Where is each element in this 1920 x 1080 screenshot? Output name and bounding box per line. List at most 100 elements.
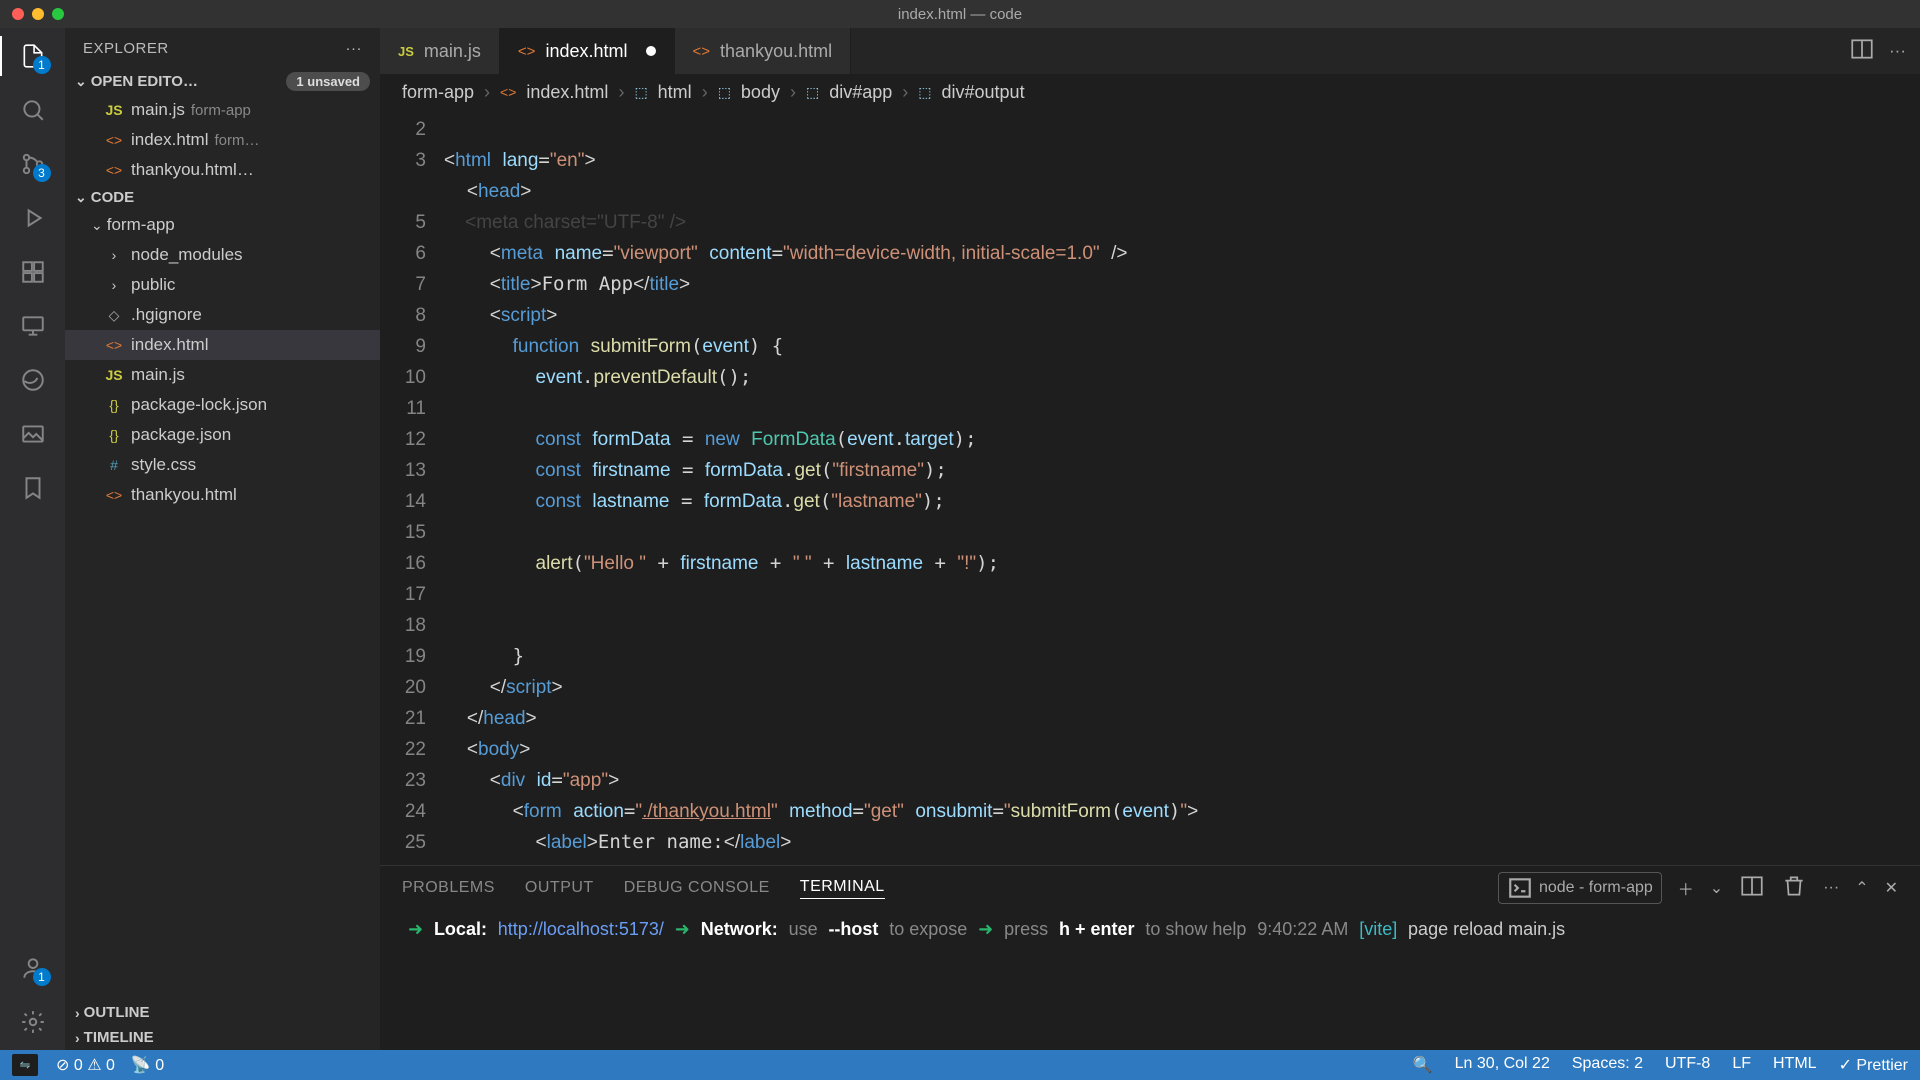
outline-header[interactable]: ›OUTLINE <box>65 1000 380 1025</box>
editor-more-icon[interactable]: ··· <box>1889 41 1906 61</box>
scm-icon[interactable]: 3 <box>17 148 49 180</box>
file-name: index.html <box>131 335 208 355</box>
file-name: main.js <box>131 100 185 120</box>
timeline-header[interactable]: ›TIMELINE <box>65 1025 380 1050</box>
chevron-right-icon: › <box>103 277 125 293</box>
remote-icon[interactable] <box>17 310 49 342</box>
open-editor-item[interactable]: JS main.js form-app <box>65 95 380 125</box>
extensions-icon[interactable] <box>17 256 49 288</box>
file-row[interactable]: ◇.hgignore <box>65 300 380 330</box>
accounts-icon[interactable]: 1 <box>17 952 49 984</box>
file-row[interactable]: JSmain.js <box>65 360 380 390</box>
folder-name: public <box>131 275 175 295</box>
terminal-text: Local: <box>434 919 487 939</box>
element-icon: ⬚ <box>634 84 647 101</box>
terminal-url[interactable]: http://localhost:5173/ <box>498 919 664 939</box>
language-status[interactable]: HTML <box>1773 1055 1817 1075</box>
file-row[interactable]: <>thankyou.html <box>65 480 380 510</box>
maximize-panel-icon[interactable]: ⌃ <box>1855 878 1868 898</box>
eol-status[interactable]: LF <box>1732 1055 1751 1075</box>
file-row[interactable]: #style.css <box>65 450 380 480</box>
image-icon[interactable] <box>17 418 49 450</box>
unsaved-badge: 1 unsaved <box>286 72 370 91</box>
js-file-icon: JS <box>103 367 125 383</box>
tab-thankyou-html[interactable]: <>thankyou.html <box>675 28 852 74</box>
cursor-position[interactable]: Ln 30, Col 22 <box>1455 1055 1550 1075</box>
indentation-status[interactable]: Spaces: 2 <box>1572 1055 1643 1075</box>
folder-row[interactable]: › public <box>65 270 380 300</box>
html-file-icon: <> <box>518 43 536 60</box>
ports-status[interactable]: 📡 0 <box>131 1055 164 1075</box>
file-folder: form… <box>214 132 259 149</box>
breadcrumb-item[interactable]: form-app <box>402 82 474 103</box>
breadcrumb-item[interactable]: div#app <box>829 82 892 103</box>
run-debug-icon[interactable] <box>17 202 49 234</box>
workspace-title: CODE <box>91 189 134 206</box>
split-terminal-icon[interactable] <box>1739 873 1765 904</box>
panel-more-icon[interactable]: ··· <box>1823 879 1839 897</box>
line-gutter: 235678910111213141516171819202122232425 <box>380 110 444 865</box>
maximize-window-icon[interactable] <box>52 8 64 20</box>
folder-row[interactable]: ⌄ form-app <box>65 210 380 240</box>
status-bar: ⇋ ⊘ 0 ⚠ 0 📡 0 🔍 Ln 30, Col 22 Spaces: 2 … <box>0 1050 1920 1080</box>
remote-status-icon[interactable]: ⇋ <box>12 1054 38 1076</box>
tab-index-html[interactable]: <>index.html <box>500 28 675 74</box>
encoding-status[interactable]: UTF-8 <box>1665 1055 1710 1075</box>
file-name: package.json <box>131 425 231 445</box>
errors-status[interactable]: ⊘ 0 ⚠ 0 <box>56 1055 115 1075</box>
panel-tab-terminal[interactable]: TERMINAL <box>800 878 885 899</box>
file-tree: ⌄ form-app ›node_modules › public ◇.hgign… <box>65 210 380 510</box>
chevron-down-icon: ⌄ <box>75 189 87 206</box>
open-editor-item[interactable]: <> thankyou.html… <box>65 155 380 185</box>
kill-terminal-icon[interactable] <box>1781 873 1807 904</box>
terminal-text: page reload main.js <box>1408 919 1565 939</box>
file-row[interactable]: {}package.json <box>65 420 380 450</box>
panel-tab-debug[interactable]: DEBUG CONSOLE <box>624 879 770 897</box>
breadcrumb-item[interactable]: body <box>741 82 780 103</box>
json-file-icon: {} <box>103 397 125 413</box>
terminal-launch-icon[interactable]: node - form-app <box>1498 872 1662 904</box>
close-panel-icon[interactable]: ✕ <box>1885 878 1898 898</box>
tab-label: main.js <box>424 41 481 62</box>
breadcrumbs[interactable]: form-app› <>index.html› ⬚html› ⬚body› ⬚d… <box>380 74 1920 110</box>
element-icon: ⬚ <box>806 84 819 101</box>
window-title: index.html — code <box>898 6 1022 23</box>
file-name: index.html <box>131 130 208 150</box>
file-name: thankyou.html… <box>131 160 254 180</box>
terminal-text: --host <box>828 919 878 939</box>
code-editor[interactable]: <html lang="en"> <head> <meta charset="U… <box>444 110 1920 865</box>
search-icon[interactable] <box>17 94 49 126</box>
terminal-text: press <box>1004 919 1048 939</box>
file-name: thankyou.html <box>131 485 237 505</box>
file-name: .hgignore <box>131 305 202 325</box>
file-row[interactable]: <>index.html <box>65 330 380 360</box>
breadcrumb-item[interactable]: div#output <box>942 82 1025 103</box>
open-editor-item[interactable]: <> index.html form… <box>65 125 380 155</box>
breadcrumb-item[interactable]: html <box>658 82 692 103</box>
settings-icon[interactable] <box>17 1006 49 1038</box>
tab-main-js[interactable]: JSmain.js <box>380 28 500 74</box>
explorer-more-icon[interactable]: ··· <box>346 40 363 57</box>
folder-row[interactable]: ›node_modules <box>65 240 380 270</box>
terminal-text: h + enter <box>1059 919 1135 939</box>
panel-tab-problems[interactable]: PROBLEMS <box>402 879 495 897</box>
split-editor-icon[interactable] <box>1849 36 1875 67</box>
panel-tab-output[interactable]: OUTPUT <box>525 879 594 897</box>
open-editors-header[interactable]: ⌄ OPEN EDITO… 1 unsaved <box>65 68 380 95</box>
workspace-header[interactable]: ⌄ CODE <box>65 185 380 210</box>
minimize-window-icon[interactable] <box>32 8 44 20</box>
close-window-icon[interactable] <box>12 8 24 20</box>
terminal-dropdown-icon[interactable]: ⌄ <box>1710 878 1723 898</box>
new-terminal-icon[interactable]: ＋ <box>1678 876 1694 900</box>
edge-icon[interactable] <box>17 364 49 396</box>
breadcrumb-item[interactable]: index.html <box>526 82 608 103</box>
zoom-icon[interactable]: 🔍 <box>1413 1055 1433 1075</box>
bookmark-icon[interactable] <box>17 472 49 504</box>
folder-name: node_modules <box>131 245 243 265</box>
explorer-icon[interactable]: 1 <box>17 40 49 72</box>
prettier-status[interactable]: ✓ Prettier <box>1839 1055 1908 1075</box>
terminal-output[interactable]: ➜ Local: http://localhost:5173/ ➜ Networ… <box>380 910 1920 1050</box>
file-row[interactable]: {}package-lock.json <box>65 390 380 420</box>
html-file-icon: <> <box>693 43 711 60</box>
chevron-right-icon: › <box>75 1030 80 1046</box>
